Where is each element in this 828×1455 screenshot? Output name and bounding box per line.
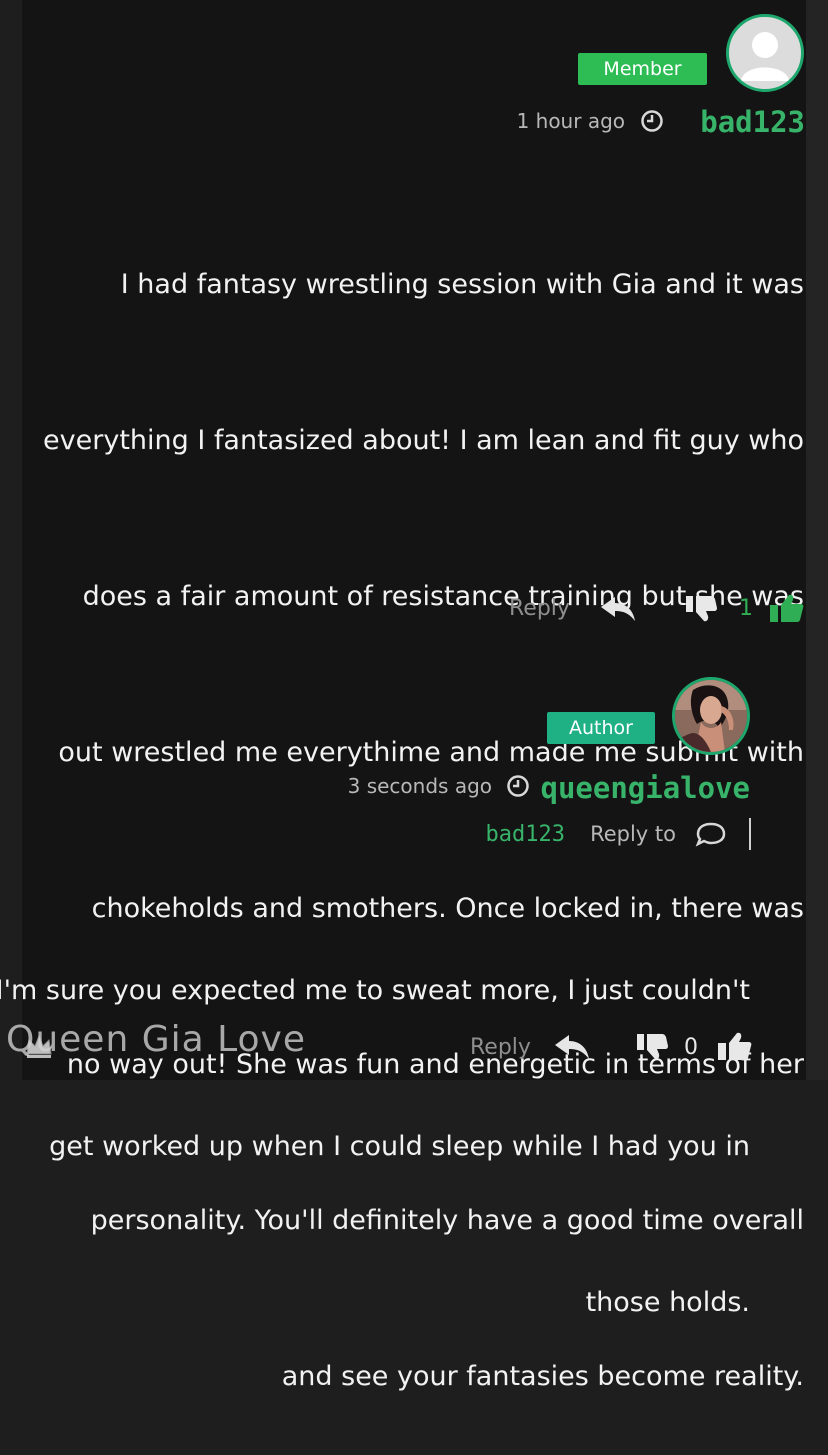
author-badge-label: Author [569,716,633,739]
default-user-avatar-icon [741,32,789,81]
thumbs-down-icon[interactable] [684,594,718,624]
comment-timestamp: 1 hour ago [516,109,625,133]
like-count: 0 [684,1035,698,1060]
comment-timestamp: 3 seconds ago [347,774,492,798]
watermark-text: Queen Gia Love [6,1019,307,1060]
reply-arrow-icon[interactable] [553,1033,591,1061]
speech-bubble-icon [695,822,726,847]
comment-body-line: everything I fantasized about! I am lean… [43,425,804,456]
member-badge-label: Member [603,57,682,80]
thumbs-up-icon[interactable] [768,592,804,624]
reply-to-divider [749,818,751,850]
member-badge: Member [578,53,707,85]
like-count: 1 [739,596,753,621]
thumbs-up-icon[interactable] [716,1030,752,1062]
avatar-default-user[interactable] [726,14,804,92]
clock-icon [507,775,529,797]
comment-body-line: those holds. [585,1287,750,1318]
reply-to-label: Reply to [590,822,676,846]
reply-button[interactable]: Reply [509,598,570,620]
reply-arrow-icon[interactable] [599,595,637,623]
clock-icon [641,110,663,132]
comment-body-line: I'm sure you expected me to sweat more, … [0,975,750,1006]
comment-username[interactable]: queengialove [540,774,750,803]
author-avatar[interactable] [672,677,750,755]
comment-body-line: I had fantasy wrestling session with Gia… [120,269,804,300]
thumbs-down-icon[interactable] [635,1032,669,1062]
reply-to-username[interactable]: bad123 [486,824,565,846]
reply-button[interactable]: Reply [470,1037,531,1059]
author-profile-photo [675,680,747,752]
comment-body-line: get worked up when I could sleep while I… [49,1131,750,1162]
comment-username[interactable]: bad123 [700,108,805,137]
author-badge: Author [547,712,655,744]
comment-body: I'm sure you expected me to sweat more, … [0,861,750,1381]
scrollbar-track[interactable] [806,0,828,1080]
